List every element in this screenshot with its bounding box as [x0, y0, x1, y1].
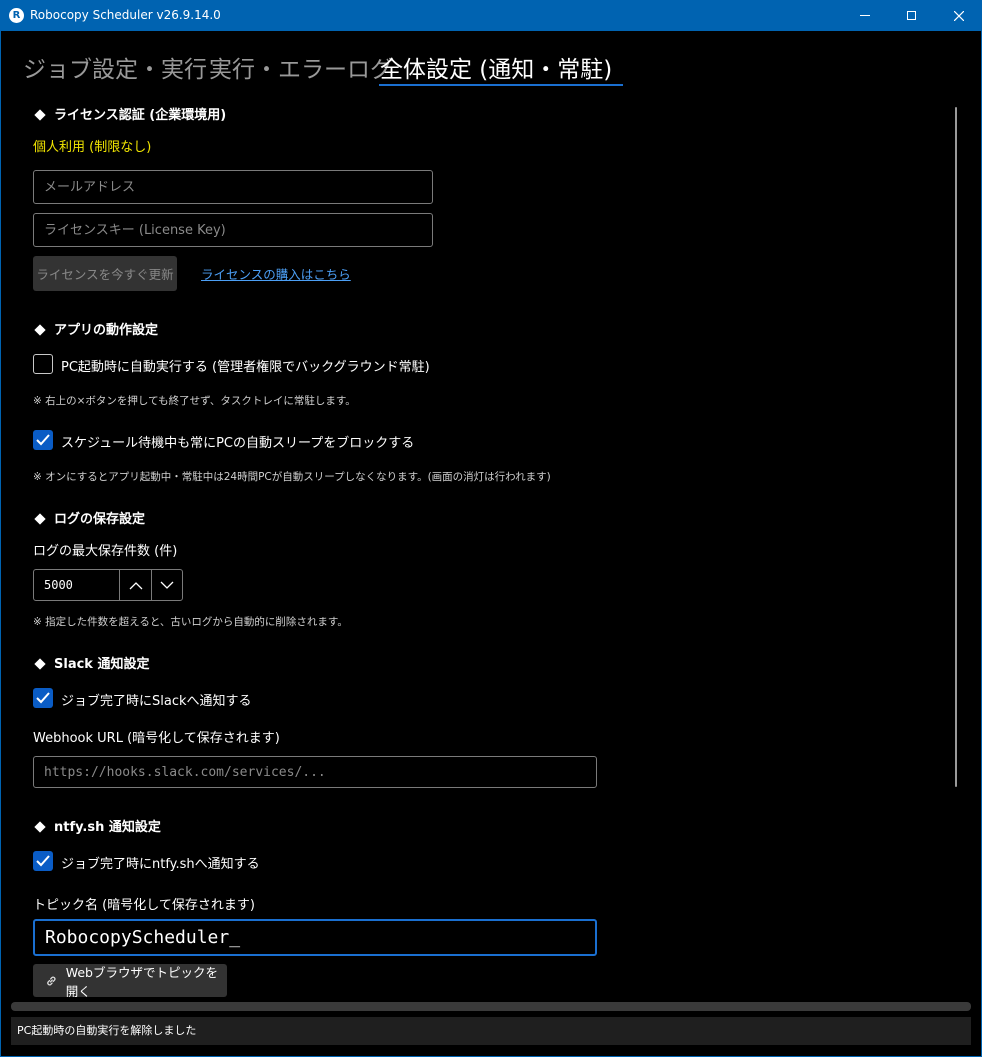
link-icon — [47, 976, 56, 985]
purchase-license-link[interactable]: ライセンスの購入はこちら — [201, 264, 351, 283]
block-sleep-note: ※ オンにするとアプリ起動中・常駐中は24時間PCが自動スリープしなくなります。… — [33, 471, 551, 483]
log-max-label: ログの最大保存件数 (件) — [33, 544, 178, 559]
open-topic-label: Webブラウザでトピックを開く — [65, 964, 218, 999]
maximize-button[interactable] — [888, 0, 934, 31]
block-sleep-label[interactable]: スケジュール待機中も常にPCの自動スリープをブロックする — [61, 432, 414, 451]
diamond-bullet-icon — [34, 513, 46, 525]
email-field[interactable] — [33, 170, 433, 204]
license-status: 個人利用 (制限なし) — [33, 140, 152, 155]
active-tab-indicator — [379, 84, 623, 86]
checkmark-icon — [36, 434, 50, 446]
tab-global-settings[interactable]: 全体設定 (通知・常駐) — [380, 50, 612, 84]
chevron-down-icon — [160, 581, 174, 589]
window-border — [0, 31, 1, 1057]
license-heading-text: ライセンス認証 (企業環境用) — [54, 108, 227, 123]
slack-section-heading: Slack 通知設定 — [33, 653, 149, 672]
checkmark-icon — [36, 692, 50, 704]
open-topic-button[interactable]: Webブラウザでトピックを開く — [33, 964, 227, 999]
close-button[interactable] — [936, 0, 982, 31]
log-section-heading: ログの保存設定 — [33, 508, 145, 527]
topic-name-field[interactable]: RobocopyScheduler_ — [33, 919, 597, 956]
app-logo-icon — [9, 8, 24, 23]
license-key-field[interactable] — [33, 213, 433, 247]
ntfy-heading-text: ntfy.sh 通知設定 — [54, 820, 161, 835]
diamond-bullet-icon — [34, 821, 46, 833]
slack-heading-text: Slack 通知設定 — [54, 657, 150, 672]
app-behavior-section-heading: アプリの動作設定 — [33, 319, 158, 338]
log-max-value[interactable]: 5000 — [34, 570, 119, 600]
decrement-button[interactable] — [150, 570, 182, 600]
autostart-label[interactable]: PC起動時に自動実行する (管理者権限でバックグラウンド常駐) — [61, 356, 430, 375]
log-heading-text: ログの保存設定 — [54, 512, 146, 527]
webhook-url-label: Webhook URL (暗号化して保存されます) — [33, 731, 280, 746]
vertical-scrollbar[interactable] — [955, 107, 957, 787]
tab-job-settings[interactable]: ジョブ設定・実行 — [23, 50, 207, 84]
license-section-heading: ライセンス認証 (企業環境用) — [33, 104, 226, 123]
log-note: ※ 指定した件数を超えると、古いログから自動的に削除されます。 — [33, 616, 348, 628]
window-title: Robocopy Scheduler v26.9.14.0 — [30, 8, 221, 22]
minimize-icon — [860, 15, 870, 16]
diamond-bullet-icon — [34, 109, 46, 121]
app-behavior-heading-text: アプリの動作設定 — [54, 323, 159, 338]
webhook-url-field[interactable] — [33, 756, 597, 788]
slack-notify-checkbox[interactable] — [33, 688, 53, 708]
close-icon — [954, 10, 964, 21]
autostart-note: ※ 右上の×ボタンを押しても終了せず、タスクトレイに常駐します。 — [33, 395, 356, 407]
topic-name-label: トピック名 (暗号化して保存されます) — [33, 898, 255, 913]
slack-notify-label[interactable]: ジョブ完了時にSlackへ通知する — [61, 690, 252, 709]
increment-button[interactable] — [119, 570, 150, 600]
block-sleep-checkbox[interactable] — [33, 430, 53, 450]
tab-execution-log[interactable]: 実行・エラーログ — [209, 50, 393, 84]
minimize-button[interactable] — [842, 0, 888, 31]
diamond-bullet-icon — [34, 658, 46, 670]
log-max-stepper[interactable]: 5000 — [33, 569, 183, 601]
checkmark-icon — [36, 855, 50, 867]
diamond-bullet-icon — [34, 324, 46, 336]
ntfy-notify-checkbox[interactable] — [33, 851, 53, 871]
horizontal-scrollbar[interactable] — [11, 1002, 971, 1011]
chevron-up-icon — [129, 581, 142, 589]
ntfy-section-heading: ntfy.sh 通知設定 — [33, 816, 161, 835]
autostart-checkbox[interactable] — [33, 354, 53, 374]
ntfy-notify-label[interactable]: ジョブ完了時にntfy.shへ通知する — [61, 853, 260, 872]
title-bar: Robocopy Scheduler v26.9.14.0 — [0, 0, 982, 31]
status-bar: PC起動時の自動実行を解除しました — [11, 1017, 971, 1045]
update-license-button[interactable]: ライセンスを今すぐ更新 — [33, 256, 177, 291]
maximize-icon — [906, 11, 916, 20]
